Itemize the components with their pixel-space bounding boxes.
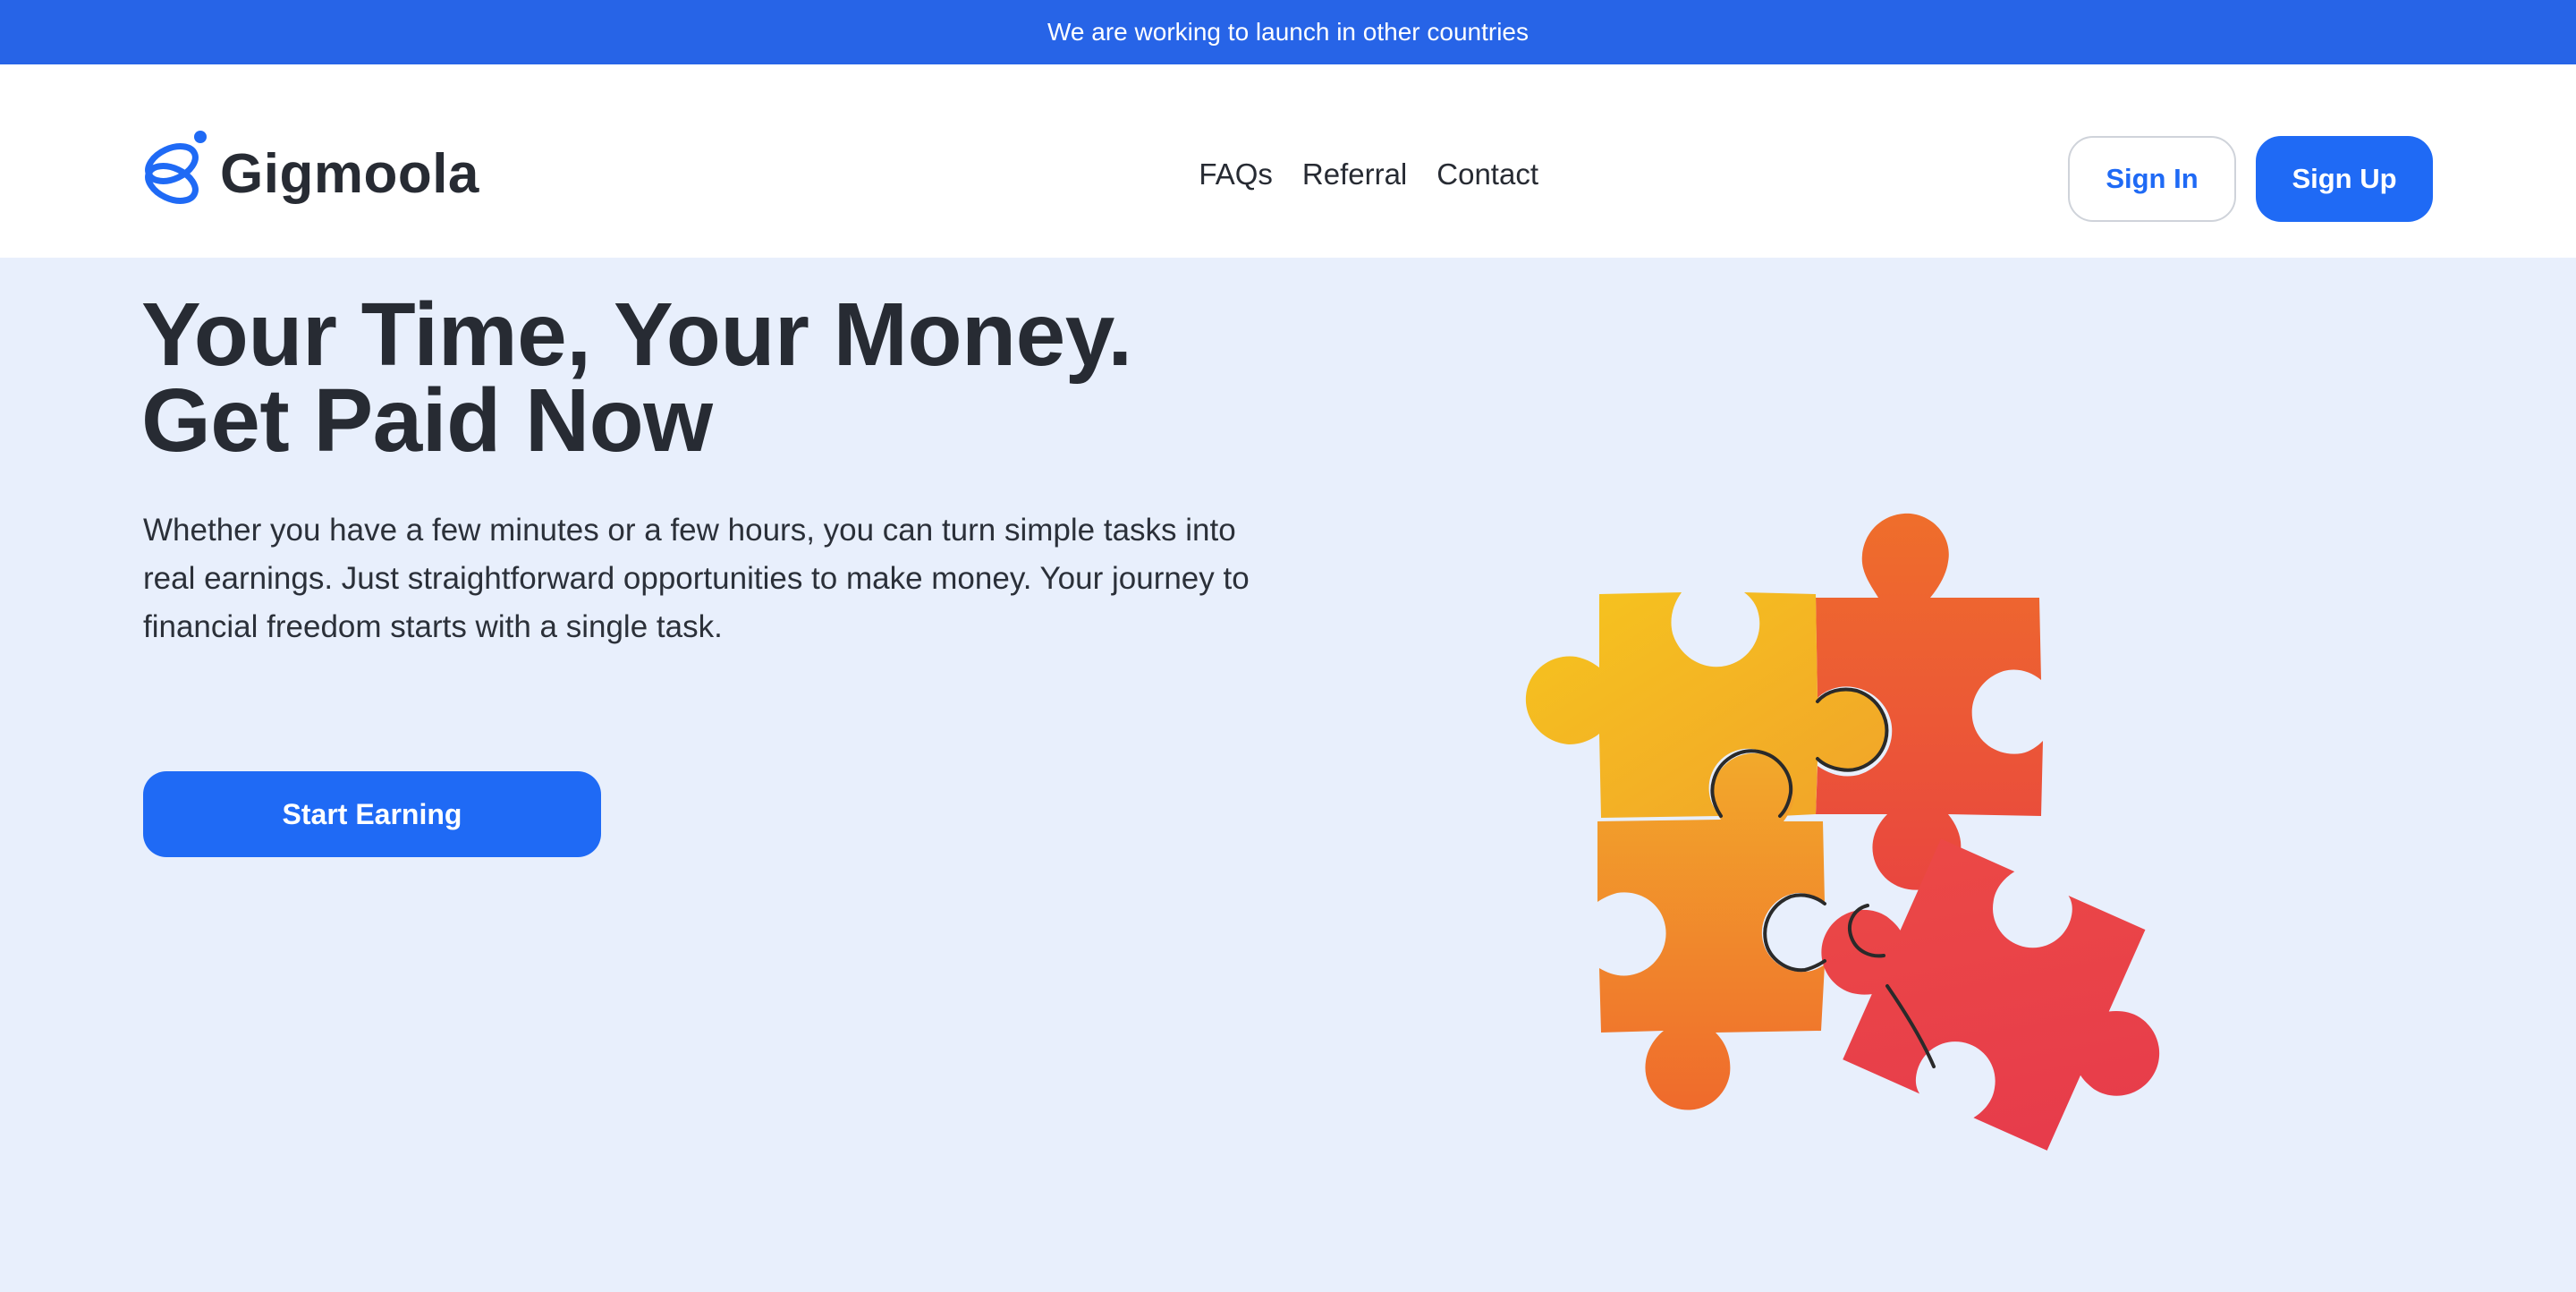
brand-name: Gigmoola xyxy=(220,142,479,205)
announcement-text: We are working to launch in other countr… xyxy=(1047,18,1529,46)
headline-line-1: Your Time, Your Money. xyxy=(141,285,1132,385)
main-nav: FAQs Referral Contact xyxy=(1199,152,1538,197)
hero-description: Whether you have a few minutes or a few … xyxy=(143,513,1250,644)
puzzle-piece-red xyxy=(1821,838,2160,1151)
nav-link-referral[interactable]: Referral xyxy=(1302,157,1407,191)
top-navbar: Gigmoola FAQs Referral Contact Sign In S… xyxy=(0,64,2576,258)
nav-link-contact[interactable]: Contact xyxy=(1436,157,1538,191)
puzzle-seam-line xyxy=(1763,893,1826,973)
puzzle-pieces-illustration xyxy=(1525,513,2160,1151)
brand-logo[interactable]: Gigmoola xyxy=(141,131,479,208)
nav-link-faqs[interactable]: FAQs xyxy=(1199,157,1273,191)
start-earning-button[interactable]: Start Earning xyxy=(143,771,601,857)
announcement-bar: We are working to launch in other countr… xyxy=(0,0,2576,64)
sign-up-button[interactable]: Sign Up xyxy=(2256,136,2433,222)
gigmoola-logo-icon xyxy=(145,131,207,204)
sign-in-button[interactable]: Sign In xyxy=(2068,136,2236,222)
hero-headline: Your Time, Your Money. Get Paid Now xyxy=(141,285,1304,471)
headline-line-2: Get Paid Now xyxy=(141,370,713,471)
